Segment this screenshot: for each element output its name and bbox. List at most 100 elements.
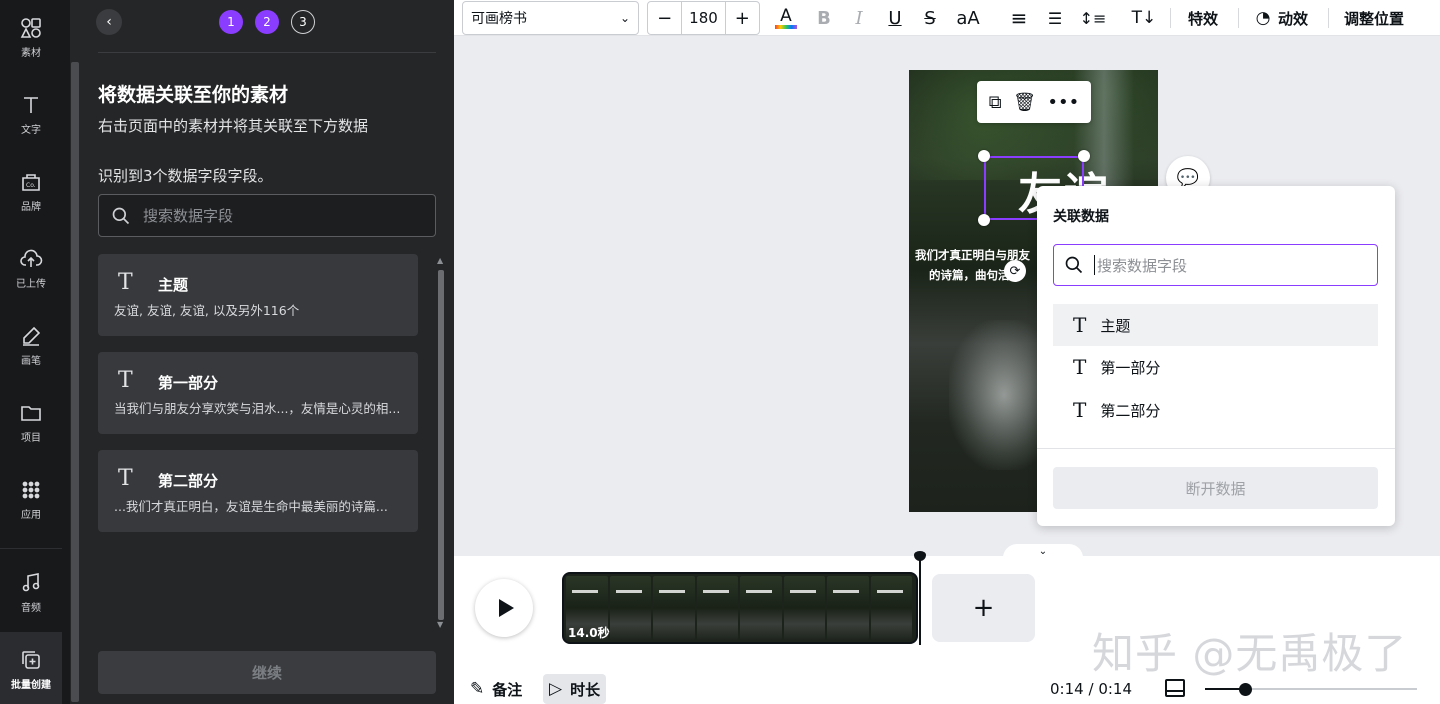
- rail-item-draw[interactable]: 画笔: [0, 308, 62, 382]
- position-button[interactable]: 调整位置: [1344, 8, 1404, 29]
- rail-item-label: 音频: [21, 602, 41, 614]
- underline-icon[interactable]: U: [885, 4, 905, 32]
- scroll-down-icon[interactable]: ▼: [437, 620, 443, 629]
- step-3[interactable]: 3: [291, 10, 315, 34]
- vertical-text-icon[interactable]: T↓: [1131, 4, 1157, 32]
- chevron-down-icon: ⌄: [1038, 545, 1048, 557]
- chevron-down-icon: ⌄: [619, 11, 630, 25]
- continue-button[interactable]: 继续: [98, 651, 436, 694]
- scroll-up-icon[interactable]: ▲: [437, 256, 443, 265]
- brand-icon: Co.: [22, 173, 40, 191]
- notes-button[interactable]: ✎ 备注: [464, 674, 528, 704]
- duration-button[interactable]: ▷ 时长: [543, 674, 607, 704]
- field-values: 当我们与朋友分享欢笑与泪水...，友情是心灵的相...: [114, 401, 401, 416]
- duration-label: 时长: [570, 680, 601, 699]
- resize-handle-top-right[interactable]: [1078, 150, 1090, 162]
- rail-item-label: 批量创建: [11, 679, 51, 691]
- text-field-icon: T: [118, 466, 133, 491]
- text-caret: [1094, 255, 1095, 275]
- field-card-part-two[interactable]: T 第二部分 ...我们才真正明白，友谊是生命中最美丽的诗篇...: [98, 450, 418, 532]
- field-card-theme[interactable]: T 主题 友谊, 友谊, 友谊, 以及另外116个: [98, 254, 418, 336]
- italic-icon[interactable]: I: [849, 4, 869, 32]
- panel-scrollbar[interactable]: [70, 0, 80, 704]
- popup-field-part-two[interactable]: T 第二部分: [1053, 389, 1378, 431]
- rotate-icon: ⟳: [1009, 263, 1021, 279]
- popup-divider: [1037, 448, 1395, 449]
- letter-case-icon[interactable]: aA: [954, 4, 982, 32]
- popup-field-label: 主题: [1100, 316, 1131, 335]
- trash-icon[interactable]: 🗑: [1013, 92, 1036, 113]
- decrease-size-button[interactable]: −: [648, 2, 681, 34]
- rail-item-brand[interactable]: Co. 品牌: [0, 154, 62, 228]
- notes-icon: ✎: [470, 679, 485, 699]
- add-clip-button[interactable]: +: [932, 574, 1035, 642]
- disconnect-data-button[interactable]: 断开数据: [1053, 467, 1378, 509]
- apps-icon: [22, 481, 40, 498]
- duration-icon: ▷: [549, 679, 563, 699]
- effects-button[interactable]: 特效: [1188, 8, 1218, 29]
- watermark: 知乎 @无禹极了: [1092, 629, 1408, 678]
- rail-item-elements[interactable]: 素材: [0, 0, 62, 74]
- step-2[interactable]: 2: [255, 10, 279, 34]
- duplicate-icon[interactable]: ⧉: [989, 92, 1002, 113]
- toolbar-divider: [1170, 8, 1171, 28]
- rail-item-bulk-create[interactable]: 批量创建: [0, 632, 62, 704]
- text-field-icon: T: [118, 368, 133, 393]
- text-field-icon: T: [1073, 355, 1087, 379]
- popup-field-theme[interactable]: T 主题: [1053, 304, 1378, 346]
- align-center-icon[interactable]: ≡: [1008, 4, 1030, 32]
- music-icon: [22, 572, 40, 591]
- zoom-slider-knob[interactable]: [1239, 683, 1252, 696]
- strikethrough-icon[interactable]: S: [920, 4, 940, 32]
- rail-item-audio[interactable]: 音频: [0, 555, 62, 629]
- font-family-select[interactable]: 可画榜书 ⌄: [462, 1, 639, 35]
- field-name: 主题: [158, 276, 189, 294]
- clip-frame: [609, 576, 651, 640]
- layout-icon[interactable]: [1165, 679, 1185, 697]
- field-list-scrollbar[interactable]: ▲ ▼: [436, 256, 446, 631]
- resize-handle-top-left[interactable]: [978, 150, 990, 162]
- field-values: ...我们才真正明白，友谊是生命中最美丽的诗篇...: [114, 499, 388, 514]
- rail-item-projects[interactable]: 项目: [0, 385, 62, 459]
- popup-field-part-one[interactable]: T 第一部分: [1053, 346, 1378, 388]
- back-button[interactable]: ‹: [96, 9, 122, 35]
- field-list-scrollbar-thumb[interactable]: [438, 270, 444, 620]
- popup-search-input[interactable]: 搜索数据字段: [1053, 244, 1378, 286]
- rail-item-text[interactable]: 文字: [0, 77, 62, 151]
- rail-item-uploads[interactable]: 已上传: [0, 231, 62, 305]
- element-context-bar: ⧉ 🗑 •••: [977, 81, 1091, 123]
- text-color-icon[interactable]: A: [774, 4, 798, 32]
- timeline-toggle[interactable]: ⌄: [1003, 544, 1083, 558]
- time-readout: 0:14 / 0:14: [1050, 680, 1132, 698]
- rotate-handle[interactable]: ⟳: [1004, 260, 1026, 282]
- rail-item-apps[interactable]: 应用: [0, 462, 62, 536]
- increase-size-button[interactable]: +: [726, 2, 759, 34]
- step-1[interactable]: 1: [219, 10, 243, 34]
- text-field-icon: T: [1073, 398, 1087, 422]
- panel-scrollbar-thumb[interactable]: [71, 62, 79, 702]
- play-button[interactable]: [475, 579, 533, 637]
- notes-label: 备注: [492, 680, 523, 699]
- panel-title: 将数据关联至你的素材: [98, 84, 289, 106]
- timeline-clip[interactable]: [562, 572, 918, 644]
- panel-subtitle: 右击页面中的素材并将其关联至下方数据: [98, 117, 369, 135]
- field-card-part-one[interactable]: T 第一部分 当我们与朋友分享欢笑与泪水...，友情是心灵的相...: [98, 352, 418, 434]
- field-search-input[interactable]: 搜索数据字段: [98, 194, 436, 237]
- rail-item-label: 应用: [21, 509, 41, 521]
- animate-icon[interactable]: ◔: [1252, 4, 1274, 32]
- list-icon[interactable]: ☰: [1044, 4, 1066, 32]
- resize-handle-bottom-left[interactable]: [978, 214, 990, 226]
- text-toolbar: 可画榜书 ⌄ − 180 + A B I U S aA ≡ ☰ ↕≡ T↓ 特效…: [454, 0, 1440, 36]
- animate-button[interactable]: 动效: [1278, 8, 1308, 29]
- more-icon[interactable]: •••: [1047, 92, 1079, 113]
- field-values: 友谊, 友谊, 友谊, 以及另外116个: [114, 303, 300, 318]
- bold-icon[interactable]: B: [814, 4, 834, 32]
- toolbar-divider: [1238, 8, 1239, 28]
- font-size-stepper[interactable]: − 180 +: [647, 1, 760, 35]
- spacing-icon[interactable]: ↕≡: [1080, 4, 1107, 32]
- draw-icon: [23, 326, 41, 346]
- playhead[interactable]: [919, 552, 921, 645]
- search-icon: [1065, 256, 1083, 274]
- font-size-value[interactable]: 180: [681, 2, 726, 34]
- upload-icon: [20, 249, 43, 267]
